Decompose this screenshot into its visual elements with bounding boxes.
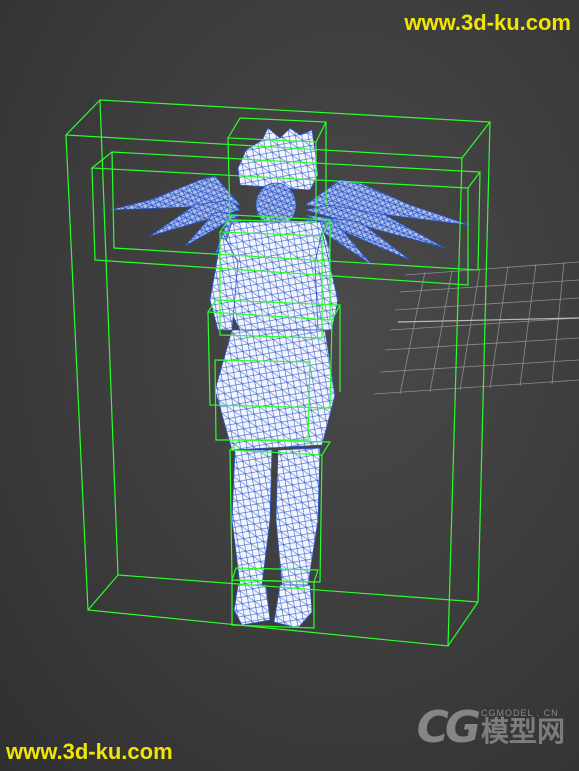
cg-logo-mark: CG	[416, 702, 481, 753]
3d-viewport[interactable]: www.3d-ku.com www.3d-ku.com CG CGMODEL .…	[0, 0, 579, 771]
watermark-top: www.3d-ku.com	[404, 10, 571, 35]
cgmodel-logo: CG CGMODEL . CN 模型网	[417, 702, 565, 753]
scene-canvas[interactable]	[0, 0, 579, 771]
ground-grid	[373, 261, 579, 395]
cg-logo-text: CGMODEL . CN 模型网	[481, 709, 565, 746]
watermark-bottom: www.3d-ku.com	[6, 739, 173, 764]
cg-logo-big-text: 模型网	[480, 715, 565, 748]
